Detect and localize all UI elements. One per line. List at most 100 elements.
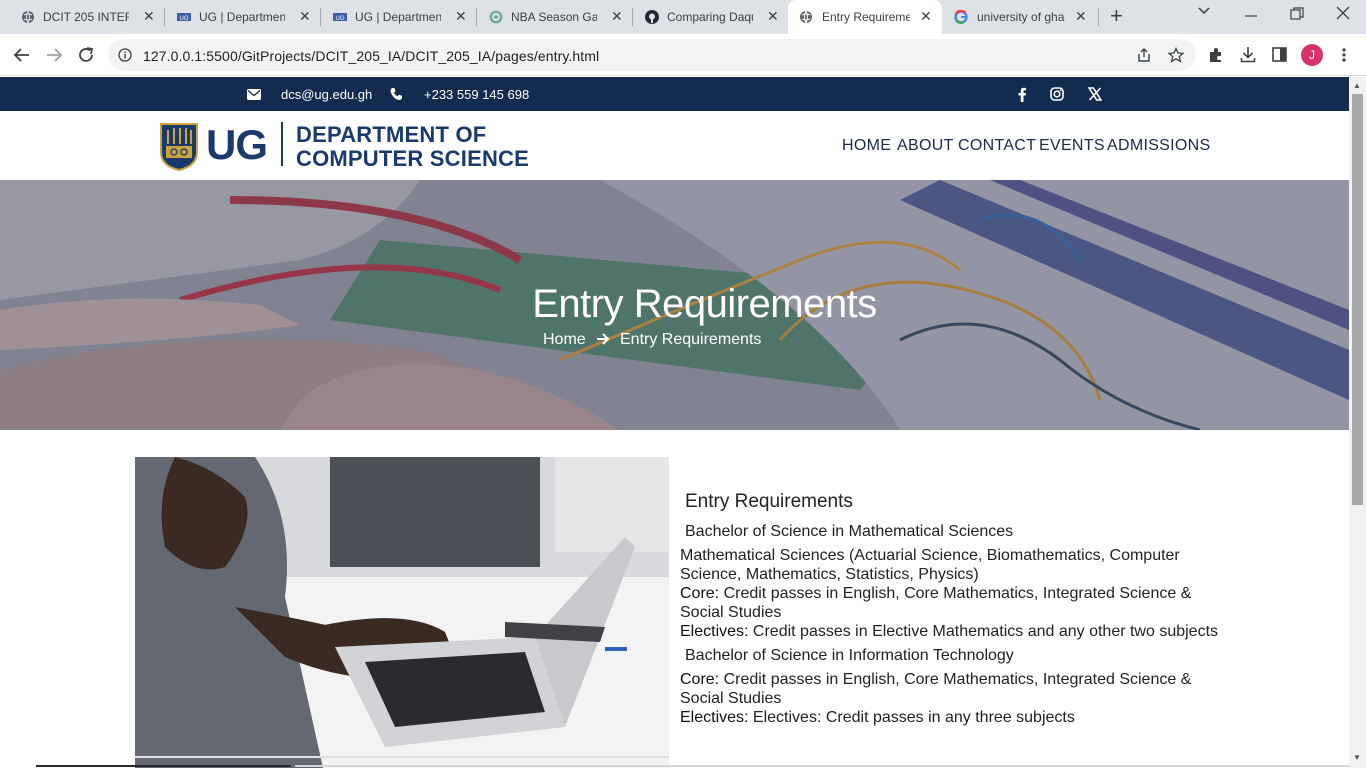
electives-text: Credit passes in Elective Mathematics an… — [748, 623, 1219, 640]
url-text[interactable]: 127.0.0.1:5500/GitProjects/DCIT_205_IA/D… — [143, 48, 599, 64]
program-desc-line: Mathematical Sciences (Actuarial Science… — [680, 547, 1180, 564]
tab-label: Entry Requireme — [822, 10, 910, 24]
student-laptop-photo — [135, 457, 669, 768]
nav-about[interactable]: ABOUT — [897, 137, 954, 155]
address-bar[interactable]: 127.0.0.1:5500/GitProjects/DCIT_205_IA/D… — [108, 39, 1196, 71]
content-heading: Entry Requirements — [685, 491, 853, 512]
hero-banner: Entry Requirements Home Entry Requiremen… — [0, 180, 1349, 430]
email-icon — [247, 89, 261, 100]
browser-menu-icon[interactable] — [1340, 47, 1348, 63]
electives-requirement: Electives: Electives: Credit passes in a… — [680, 708, 1075, 727]
page-viewport: dcs@ug.edu.gh +233 559 145 698 UG DEPART… — [0, 77, 1349, 768]
scroll-down-arrow-icon[interactable]: ▼ — [1353, 753, 1361, 762]
nav-contact[interactable]: CONTACT — [958, 137, 1036, 155]
browser-tab[interactable]: NBA Season Gar ✕ — [468, 0, 632, 34]
contact-phone[interactable]: +233 559 145 698 — [424, 87, 529, 102]
program-title-math: Bachelor of Science in Mathematical Scie… — [685, 523, 1014, 540]
student-laptop-image — [135, 457, 669, 768]
nav-admissions[interactable]: ADMISSIONS — [1107, 137, 1210, 155]
logo-line-1: DEPARTMENT OF — [296, 122, 487, 147]
close-tab-icon[interactable]: ✕ — [1075, 9, 1087, 23]
browser-tab-active[interactable]: Entry Requireme ✕ — [788, 0, 942, 34]
tab-label: Comparing Daqu — [667, 10, 753, 24]
contact-topbar: dcs@ug.edu.gh +233 559 145 698 — [0, 77, 1349, 111]
bookmark-star-icon[interactable] — [1168, 47, 1184, 63]
browser-tab-strip: DCIT 205 INTERI ✕ UG UG | Department ✕ U… — [0, 0, 1366, 34]
close-tab-icon[interactable]: ✕ — [455, 9, 467, 23]
breadcrumb-home[interactable]: Home — [543, 331, 586, 349]
browser-tab[interactable]: UG UG | Department ✕ — [156, 0, 320, 34]
github-icon — [645, 10, 659, 24]
instagram-icon[interactable] — [1050, 87, 1064, 101]
core-requirement: Core: Credit passes in English, Core Mat… — [680, 670, 1191, 689]
logo-abbreviation: UG — [206, 121, 268, 168]
site-header: UG DEPARTMENT OF COMPUTER SCIENCE HOME A… — [0, 111, 1349, 180]
browser-tab[interactable]: DCIT 205 INTERI ✕ — [0, 0, 164, 34]
electives-label: Electives: — [680, 623, 749, 640]
core-requirement-cont: Social Studies — [680, 690, 782, 707]
nav-home[interactable]: HOME — [842, 137, 891, 155]
program-title-it: Bachelor of Science in Information Techn… — [685, 647, 1014, 664]
phone-icon — [390, 88, 402, 100]
nav-events[interactable]: EVENTS — [1039, 137, 1105, 155]
scroll-up-arrow-icon[interactable]: ▲ — [1353, 81, 1361, 90]
close-window-icon[interactable] — [1336, 6, 1350, 25]
tab-search-chevron-icon[interactable] — [1197, 4, 1211, 23]
tab-separator — [1098, 8, 1099, 26]
svg-text:UG: UG — [336, 16, 345, 22]
core-label: Core: — [680, 671, 720, 688]
url-host: 127.0.0.1 — [143, 48, 203, 64]
footer-edge-line — [36, 765, 291, 767]
facebook-icon[interactable] — [1015, 87, 1029, 102]
forward-arrow-icon[interactable] — [43, 44, 65, 66]
side-panel-icon[interactable] — [1272, 47, 1287, 62]
tab-label: DCIT 205 INTERI — [43, 10, 129, 24]
electives-requirement: Electives: Credit passes in Elective Mat… — [680, 622, 1218, 641]
breadcrumb-current: Entry Requirements — [620, 331, 762, 348]
minimize-window-icon[interactable] — [1244, 2, 1258, 27]
close-tab-icon[interactable]: ✕ — [611, 9, 623, 23]
browser-tab[interactable]: university of gha ✕ — [942, 0, 1100, 34]
page-scrollbar[interactable]: ▲ ▼ — [1349, 77, 1366, 768]
ug-favicon: UG — [177, 13, 191, 22]
tab-label: UG | Department — [355, 10, 441, 24]
close-tab-icon[interactable]: ✕ — [143, 9, 155, 23]
close-tab-icon[interactable]: ✕ — [299, 9, 311, 23]
extensions-puzzle-icon[interactable] — [1208, 47, 1224, 63]
x-icon[interactable] — [1088, 87, 1102, 101]
browser-toolbar: 127.0.0.1:5500/GitProjects/DCIT_205_IA/D… — [0, 34, 1366, 76]
core-requirement-cont: Social Studies — [680, 604, 782, 621]
back-arrow-icon[interactable] — [11, 44, 33, 66]
svg-text:UG: UG — [180, 16, 189, 22]
core-text: Credit passes in English, Core Mathemati… — [719, 671, 1192, 688]
logo-line-2: COMPUTER SCIENCE — [296, 146, 529, 171]
core-label: Core: — [680, 585, 720, 602]
close-tab-icon[interactable]: ✕ — [920, 9, 932, 23]
share-icon[interactable] — [1136, 47, 1152, 63]
ug-crest-icon — [160, 123, 198, 172]
core-requirement: Core: Credit passes in English, Core Mat… — [680, 584, 1191, 603]
globe-icon — [22, 10, 34, 24]
electives-text: Electives: Credit passes in any three su… — [748, 709, 1075, 726]
restore-window-icon[interactable] — [1290, 7, 1304, 26]
breadcrumb-arrow-icon — [597, 333, 610, 345]
browser-tab[interactable]: Comparing Daqu ✕ — [624, 0, 788, 34]
program-desc-line: Science, Mathematics, Statistics, Physic… — [680, 566, 979, 583]
download-icon[interactable] — [1240, 46, 1256, 63]
profile-avatar[interactable]: J — [1301, 44, 1323, 66]
contact-email[interactable]: dcs@ug.edu.gh — [281, 87, 372, 102]
globe-icon — [800, 10, 812, 24]
google-icon — [954, 10, 968, 24]
ug-favicon: UG — [333, 13, 347, 22]
site-info-icon[interactable] — [118, 48, 132, 62]
reload-icon[interactable] — [75, 44, 97, 66]
footer-edge-line — [295, 765, 1349, 767]
openai-icon — [489, 10, 503, 24]
tab-label: UG | Department — [199, 10, 285, 24]
new-tab-plus-icon[interactable]: + — [1110, 5, 1123, 27]
browser-tab[interactable]: UG UG | Department ✕ — [312, 0, 476, 34]
scrollbar-thumb[interactable] — [1352, 94, 1363, 505]
url-path: :5500/GitProjects/DCIT_205_IA/DCIT_205_I… — [202, 48, 600, 64]
close-tab-icon[interactable]: ✕ — [767, 9, 779, 23]
hero-title: Entry Requirements — [532, 282, 877, 326]
